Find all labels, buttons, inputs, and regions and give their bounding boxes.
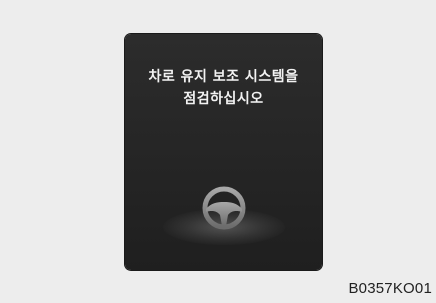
steering-wheel-icon — [202, 186, 246, 230]
warning-message-line-1: 차로 유지 보조 시스템을 — [148, 69, 299, 85]
warning-message: 차로 유지 보조 시스템을 점검하십시오 — [125, 66, 322, 110]
cluster-display-screen: 차로 유지 보조 시스템을 점검하십시오 — [125, 34, 322, 270]
figure-code-label: B0357KO01 — [348, 280, 432, 297]
warning-message-line-2: 점검하십시오 — [183, 91, 264, 107]
